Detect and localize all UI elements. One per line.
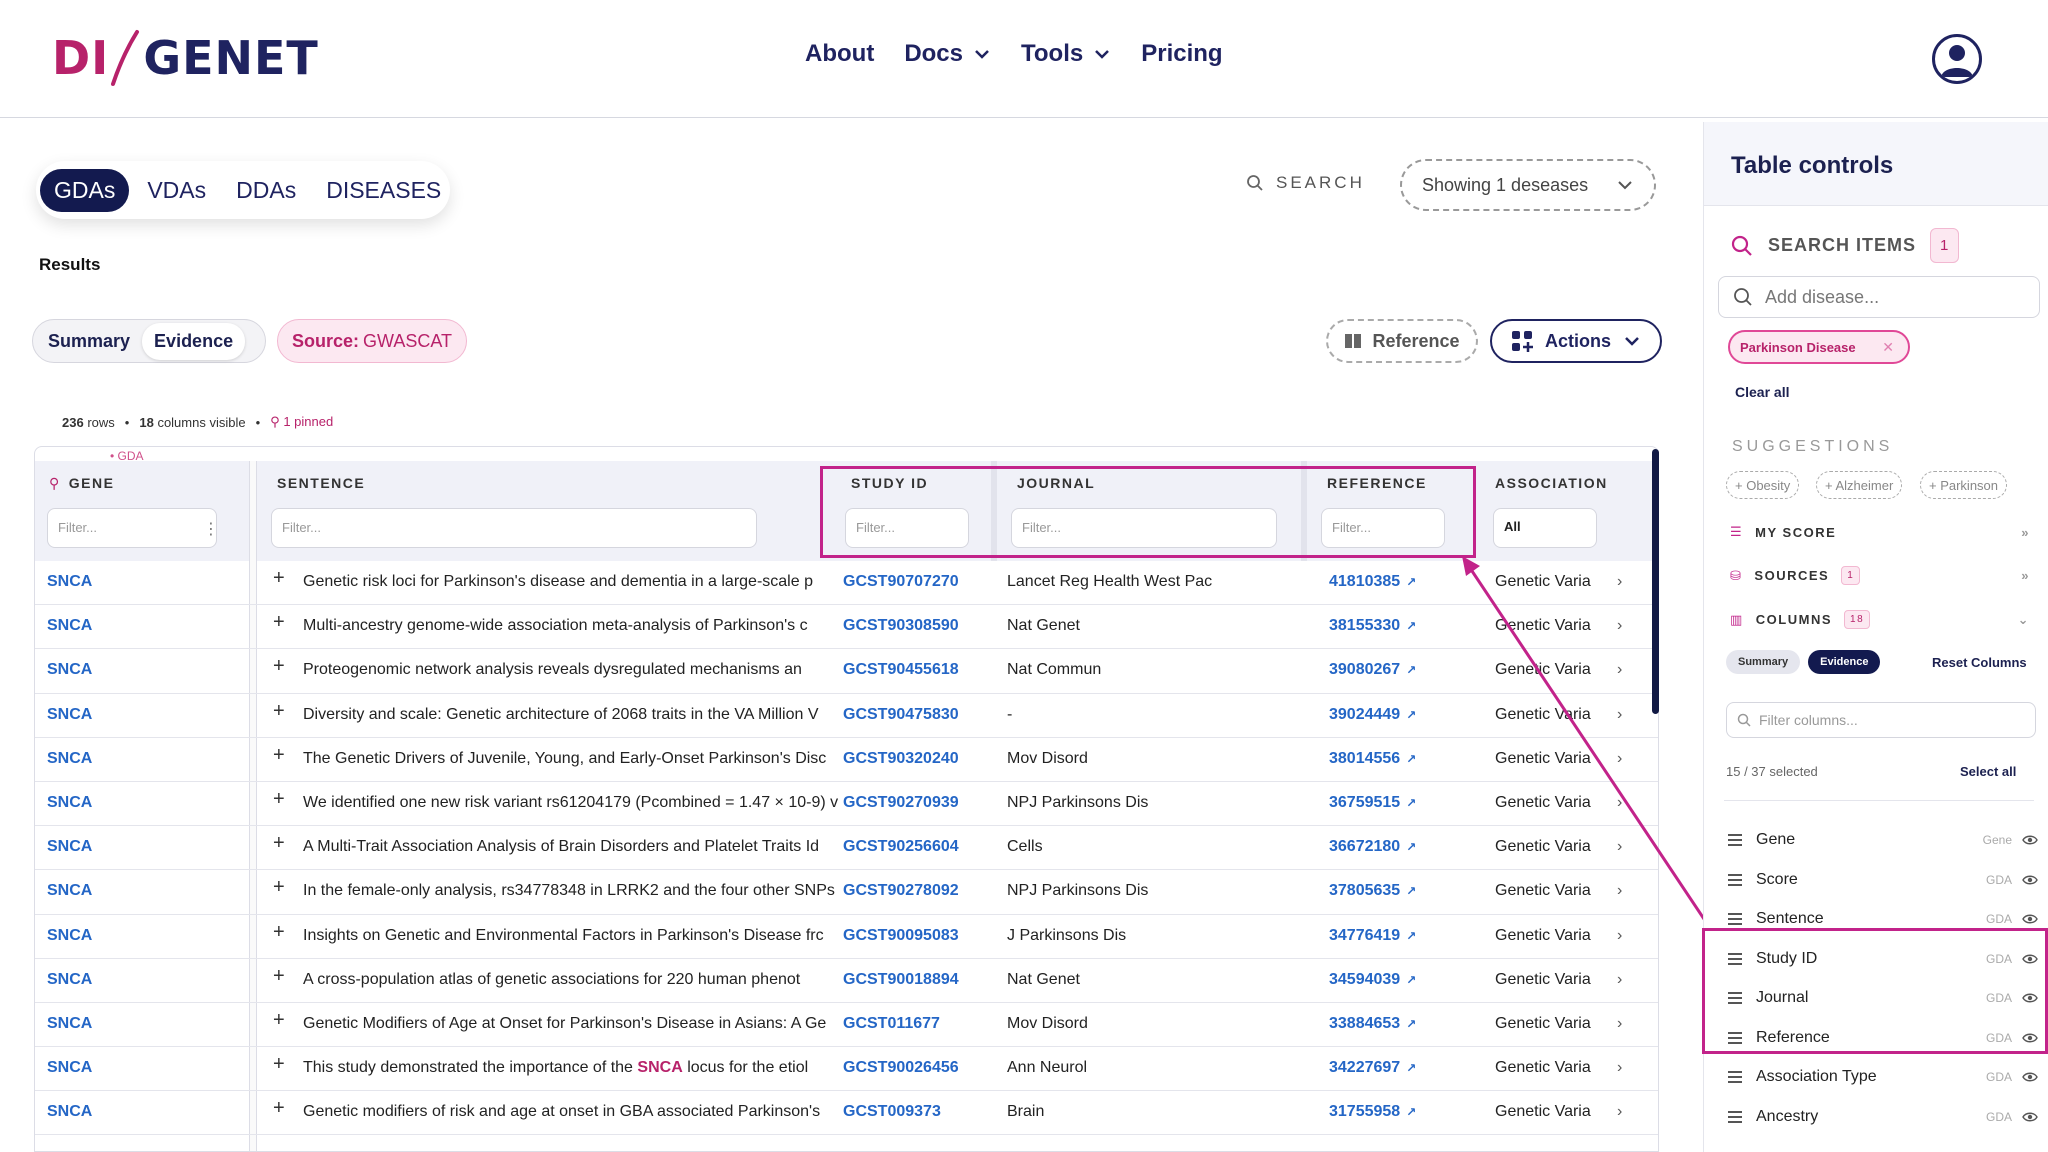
search-icon	[1737, 713, 1751, 727]
selected-columns-count: 15 / 37 selected	[1726, 764, 1818, 779]
section-sources[interactable]: ⛁ SOURCES 1 »	[1730, 566, 2030, 585]
drag-handle-icon[interactable]	[1728, 1071, 1742, 1083]
add-disease-input[interactable]: Add disease...	[1718, 276, 2040, 318]
chevron-down-double-icon: ⌄	[2017, 611, 2030, 627]
search-items-count-badge: 1	[1930, 228, 1960, 263]
column-list-item[interactable]: Association Type GDA	[1728, 1062, 2038, 1092]
reset-columns-button[interactable]: Reset Columns	[1932, 655, 2027, 670]
search-icon	[1734, 288, 1752, 306]
clear-all-link[interactable]: Clear all	[1735, 384, 1789, 400]
panel-title: Table controls	[1731, 152, 1894, 179]
chevron-right-double-icon: »	[2021, 524, 2030, 540]
columns-summary-toggle[interactable]: Summary	[1726, 650, 1801, 674]
eye-icon[interactable]	[2022, 832, 2038, 848]
column-list-item[interactable]: Gene Gene	[1728, 825, 2038, 855]
filter-columns-input[interactable]: Filter columns...	[1726, 702, 2036, 738]
search-items-section: SEARCH ITEMS 1	[1730, 228, 1960, 263]
sliders-icon: ☰	[1730, 524, 1744, 539]
eye-icon[interactable]	[2022, 1069, 2038, 1085]
table-controls-panel: Table controls SEARCH ITEMS 1 Add diseas…	[1702, 122, 2048, 1152]
suggestion-chip-parkinson[interactable]: + Parkinson	[1920, 471, 2008, 499]
eye-icon[interactable]	[2022, 872, 2038, 888]
eye-icon[interactable]	[2022, 1109, 2038, 1125]
chevron-right-double-icon: »	[2021, 568, 2030, 583]
drag-handle-icon[interactable]	[1728, 1110, 1742, 1123]
section-columns[interactable]: ▥ COLUMNS 18 ⌄	[1730, 610, 2030, 629]
columns-view-toggle: Summary Evidence	[1726, 650, 1881, 674]
column-list-item[interactable]: Score GDA	[1728, 865, 2038, 895]
selected-disease-chip[interactable]: Parkinson Disease ✕	[1728, 330, 1910, 364]
search-icon	[1731, 235, 1752, 256]
suggestion-chip-obesity[interactable]: + Obesity	[1726, 471, 1800, 499]
highlight-box-column-items	[1702, 928, 2048, 1054]
drag-handle-icon[interactable]	[1728, 834, 1742, 846]
column-list-item[interactable]: Ancestry GDA	[1728, 1102, 2038, 1132]
drag-handle-icon[interactable]	[1728, 873, 1742, 886]
columns-evidence-toggle[interactable]: Evidence	[1808, 650, 1881, 674]
columns-icon: ▥	[1730, 611, 1744, 627]
close-icon[interactable]: ✕	[1882, 339, 1894, 356]
drag-handle-icon[interactable]	[1728, 913, 1742, 925]
select-all-link[interactable]: Select all	[1960, 764, 2016, 779]
suggestion-chip-alzheimer[interactable]: + Alzheimer	[1816, 471, 1903, 499]
suggestions-heading: SUGGESTIONS	[1732, 438, 1894, 455]
database-icon: ⛁	[1730, 567, 1743, 583]
eye-icon[interactable]	[2022, 911, 2038, 927]
section-my-score[interactable]: ☰ MY SCORE »	[1730, 524, 2030, 540]
